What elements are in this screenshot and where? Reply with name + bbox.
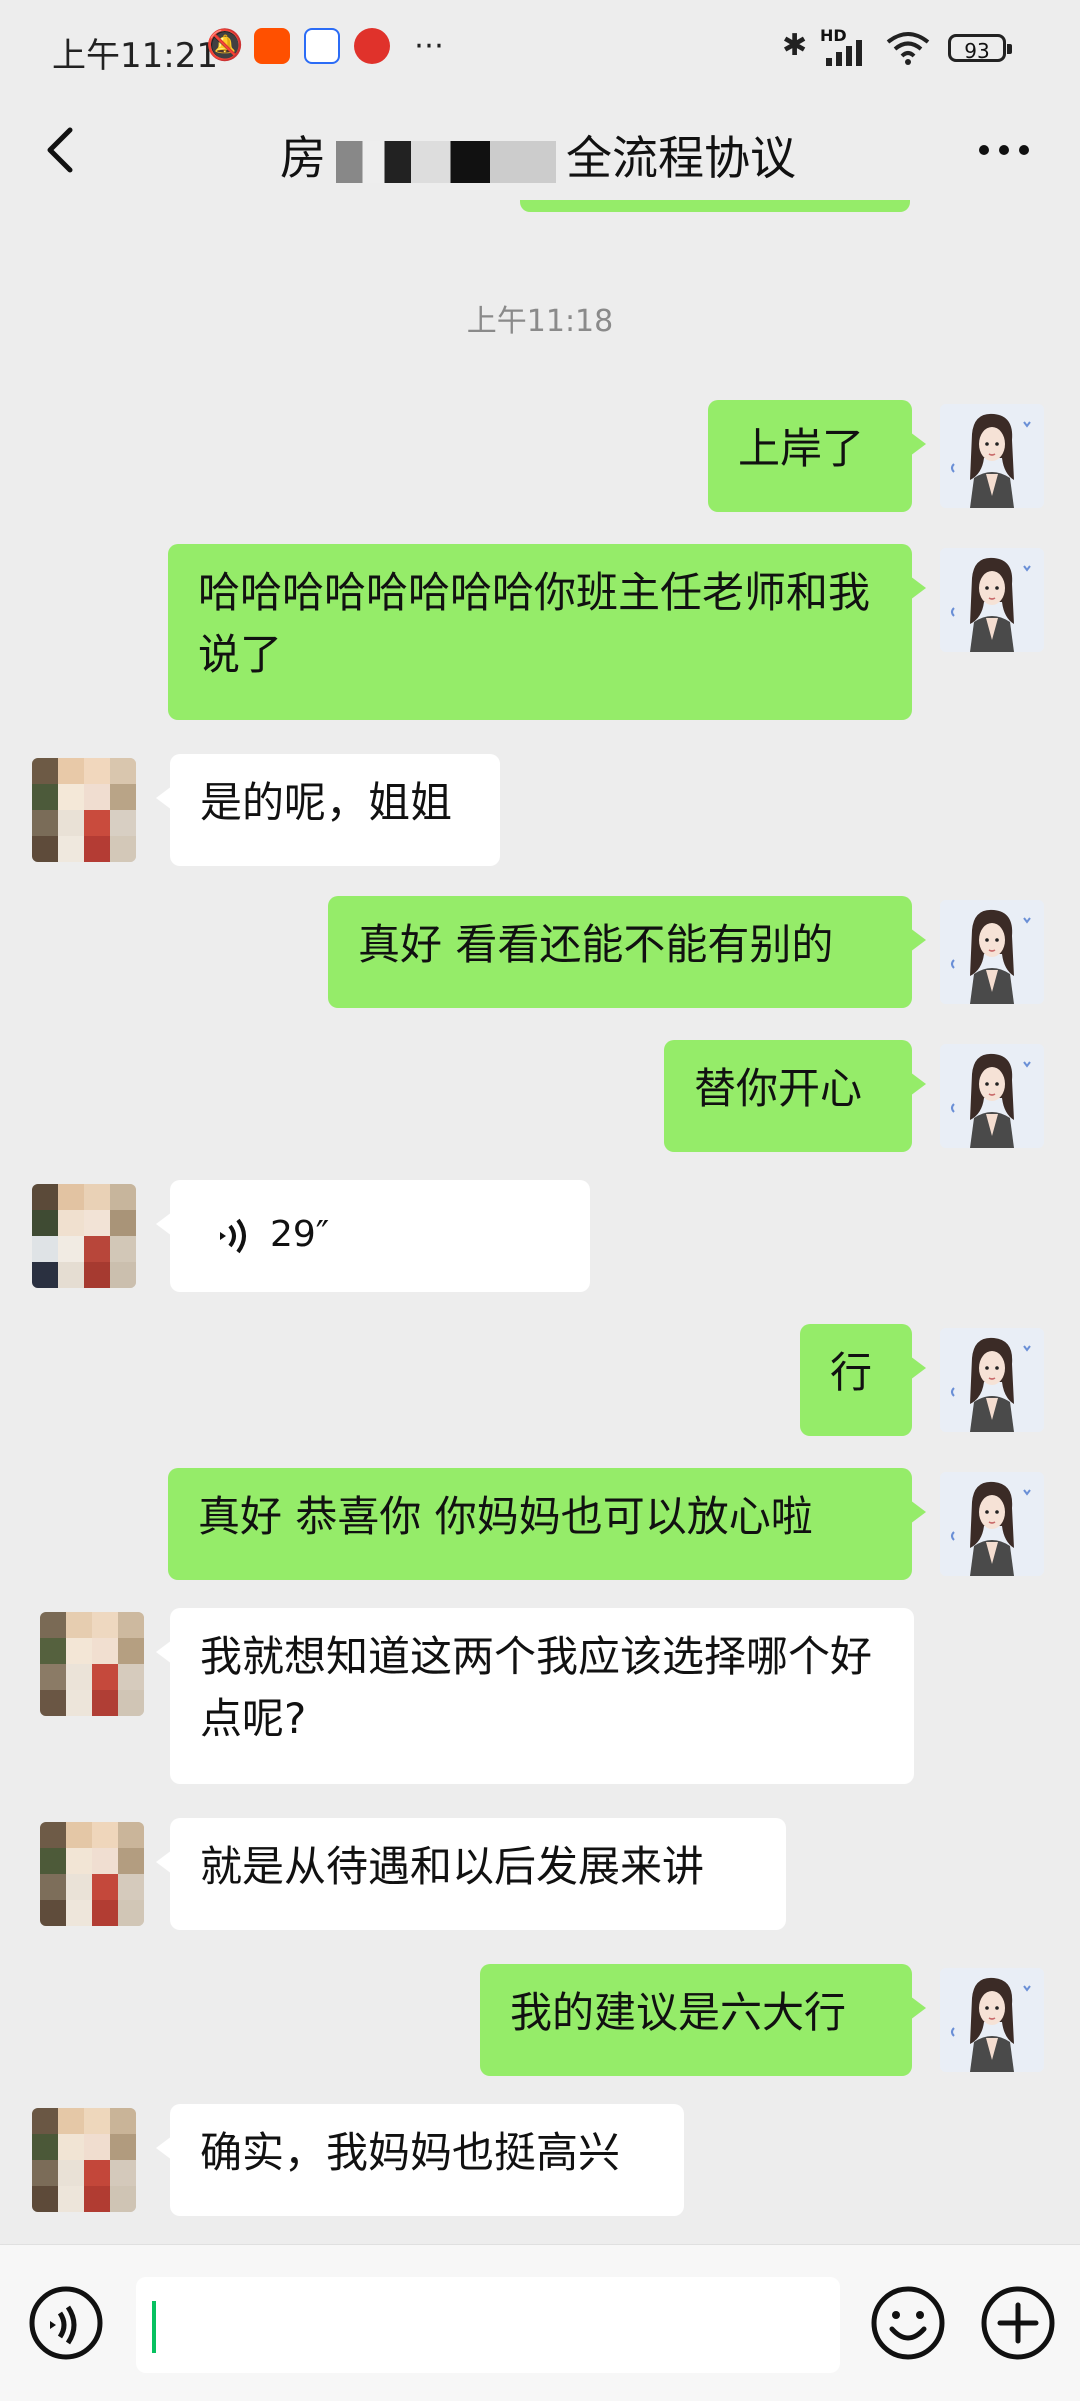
text-cursor [152,2301,156,2353]
more-options-icon[interactable] [974,130,1034,170]
contact-avatar[interactable] [40,1822,144,1926]
message-bubble-sent[interactable]: 真好 看看还能不能有别的 [328,896,926,1008]
message-bubble-sent[interactable]: 替你开心 [664,1040,926,1152]
contact-avatar[interactable] [32,1184,136,1288]
voice-duration: 29″ [270,1214,330,1255]
message-timestamp: 上午11:18 [466,304,614,339]
message-bubble-sent[interactable]: 真好 恭喜你 你妈妈也可以放心啦 [168,1468,926,1580]
back-arrow-icon[interactable] [34,120,94,180]
add-plus-icon[interactable] [976,2281,1060,2365]
wifi-icon [886,32,930,65]
my-avatar[interactable] [940,404,1044,508]
my-avatar[interactable] [940,1472,1044,1576]
shopping-app-icon [354,28,390,64]
message-bubble-sent[interactable]: 我的建议是六大行 [480,1964,926,2076]
my-avatar[interactable] [940,900,1044,1004]
message-bubble-received[interactable]: 我就想知道这两个我应该选择哪个好点呢? [156,1608,914,1784]
message-bubble-sent[interactable]: 行 [800,1324,926,1436]
voice-message-bubble[interactable]: 29″ [156,1180,590,1292]
my-avatar[interactable] [940,548,1044,652]
chat-title: 房 全流程协议 [280,122,796,188]
bluetooth-icon: ✱ [782,28,808,63]
voice-wave-icon [220,1218,246,1254]
message-bubble-received[interactable]: 就是从待遇和以后发展来讲 [156,1818,786,1930]
chat-title-end: 全流程协议 [566,131,796,185]
chat-input-bar [0,2244,1080,2401]
message-bubble-received[interactable]: 是的呢，姐姐 [156,754,500,866]
message-bubble-received[interactable]: 确实，我妈妈也挺高兴 [156,2104,684,2216]
contact-avatar[interactable] [40,1612,144,1716]
chat-title-start: 房 [280,131,326,185]
status-time: 上午11:21 [52,36,218,76]
my-avatar[interactable] [940,1328,1044,1432]
message-bubble-sent[interactable]: 上岸了 [708,400,926,512]
video-app-icon [304,28,340,64]
battery-indicator: 93 [948,34,1012,63]
contact-avatar[interactable] [32,758,136,862]
previous-message-edge [520,200,910,212]
more-notifications-icon: ⋯ [414,28,444,63]
message-bubble-sent[interactable]: 哈哈哈哈哈哈哈哈你班主任老师和我说了 [168,544,926,720]
emoji-icon[interactable] [866,2281,950,2365]
my-avatar[interactable] [940,1968,1044,2072]
taobao-app-icon [254,28,290,64]
contact-avatar[interactable] [32,2108,136,2212]
message-input[interactable] [136,2277,840,2373]
chat-header: 房 全流程协议 [0,100,1080,210]
redacted-name [336,140,556,183]
my-avatar[interactable] [940,1044,1044,1148]
voice-input-icon[interactable] [24,2281,108,2365]
status-bar: 上午11:21 🔕 ⋯ ✱ HD 93 [0,0,1080,100]
mute-bell-icon: 🔕 [206,28,244,63]
signal-icon [826,40,862,66]
